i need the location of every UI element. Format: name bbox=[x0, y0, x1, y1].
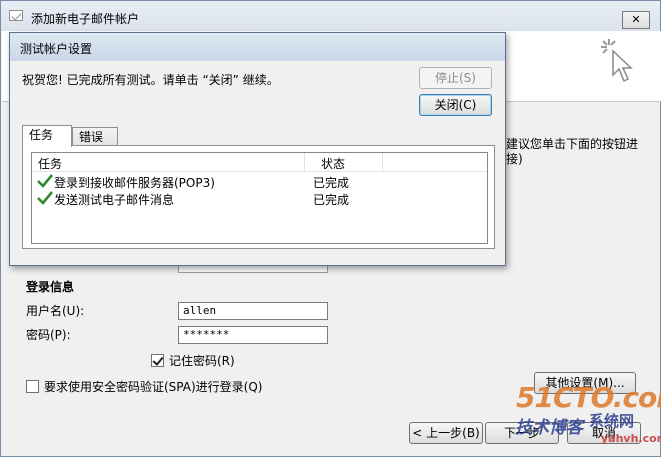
dialog-message: 祝贺您! 已完成所有测试。请单击 “关闭” 继续。 bbox=[22, 73, 279, 87]
back-button[interactable]: < 上一步(B) bbox=[409, 422, 483, 444]
dialog-titlebar: 测试帐户设置 bbox=[10, 33, 505, 61]
watermark-url: yahvh.com bbox=[601, 432, 661, 445]
list-item[interactable]: 登录到接收邮件服务器(POP3) 已完成 bbox=[32, 174, 487, 190]
mail-icon bbox=[9, 10, 23, 21]
remember-password-row[interactable]: 记住密码(R) bbox=[151, 352, 235, 369]
spa-label: 要求使用安全密码验证(SPA)进行登录(Q) bbox=[44, 380, 263, 394]
outer-close-button[interactable]: ✕ bbox=[622, 11, 650, 29]
column-divider[interactable] bbox=[304, 153, 305, 172]
watermark-subtitle: 技术博客 bbox=[515, 418, 583, 438]
test-account-settings-dialog: 测试帐户设置 祝贺您! 已完成所有测试。请单击 “关闭” 继续。 停止(S) 关… bbox=[9, 32, 506, 266]
outer-window-title: 添加新电子邮件帐户 bbox=[31, 12, 140, 26]
remember-password-checkbox[interactable] bbox=[151, 354, 164, 367]
cursor-sparkle-icon bbox=[601, 39, 633, 83]
task-status: 已完成 bbox=[313, 176, 350, 190]
check-icon bbox=[37, 174, 53, 188]
hint-text: 建议您单击下面的按钮进 接) bbox=[506, 137, 639, 166]
password-label: 密码(P): bbox=[26, 328, 71, 342]
remember-password-label: 记住密码(R) bbox=[169, 354, 235, 368]
close-button[interactable]: 关闭(C) bbox=[419, 94, 492, 116]
watermark-site: 系统网 bbox=[589, 412, 635, 430]
username-input[interactable]: allen bbox=[178, 302, 328, 320]
column-divider[interactable] bbox=[382, 153, 383, 172]
check-icon bbox=[37, 191, 53, 205]
task-name: 登录到接收邮件服务器(POP3) bbox=[54, 176, 215, 190]
tab-errors[interactable]: 错误 bbox=[72, 127, 118, 147]
tab-tasks[interactable]: 任务 bbox=[22, 125, 72, 147]
stop-button[interactable]: 停止(S) bbox=[419, 67, 492, 89]
task-list: 任务 状态 登录到接收邮件服务器(POP3) 已完成 发送测试电子邮件消息 已完… bbox=[31, 152, 488, 244]
task-list-header: 任务 状态 bbox=[32, 153, 487, 172]
task-status: 已完成 bbox=[313, 193, 350, 207]
column-header-status[interactable]: 状态 bbox=[321, 155, 345, 172]
username-label: 用户名(U): bbox=[26, 304, 85, 318]
dialog-title: 测试帐户设置 bbox=[20, 42, 93, 56]
outer-titlebar: 添加新电子邮件帐户 ✕ bbox=[1, 1, 660, 31]
tasks-panel: 任务 状态 登录到接收邮件服务器(POP3) 已完成 发送测试电子邮件消息 已完… bbox=[22, 145, 495, 249]
spa-checkbox[interactable] bbox=[26, 380, 39, 393]
password-input[interactable]: ******* bbox=[178, 326, 328, 344]
task-name: 发送测试电子邮件消息 bbox=[54, 193, 175, 207]
spa-row[interactable]: 要求使用安全密码验证(SPA)进行登录(Q) bbox=[26, 378, 262, 395]
list-item[interactable]: 发送测试电子邮件消息 已完成 bbox=[32, 191, 487, 207]
login-info-heading: 登录信息 bbox=[26, 280, 75, 294]
column-header-task[interactable]: 任务 bbox=[38, 155, 62, 172]
